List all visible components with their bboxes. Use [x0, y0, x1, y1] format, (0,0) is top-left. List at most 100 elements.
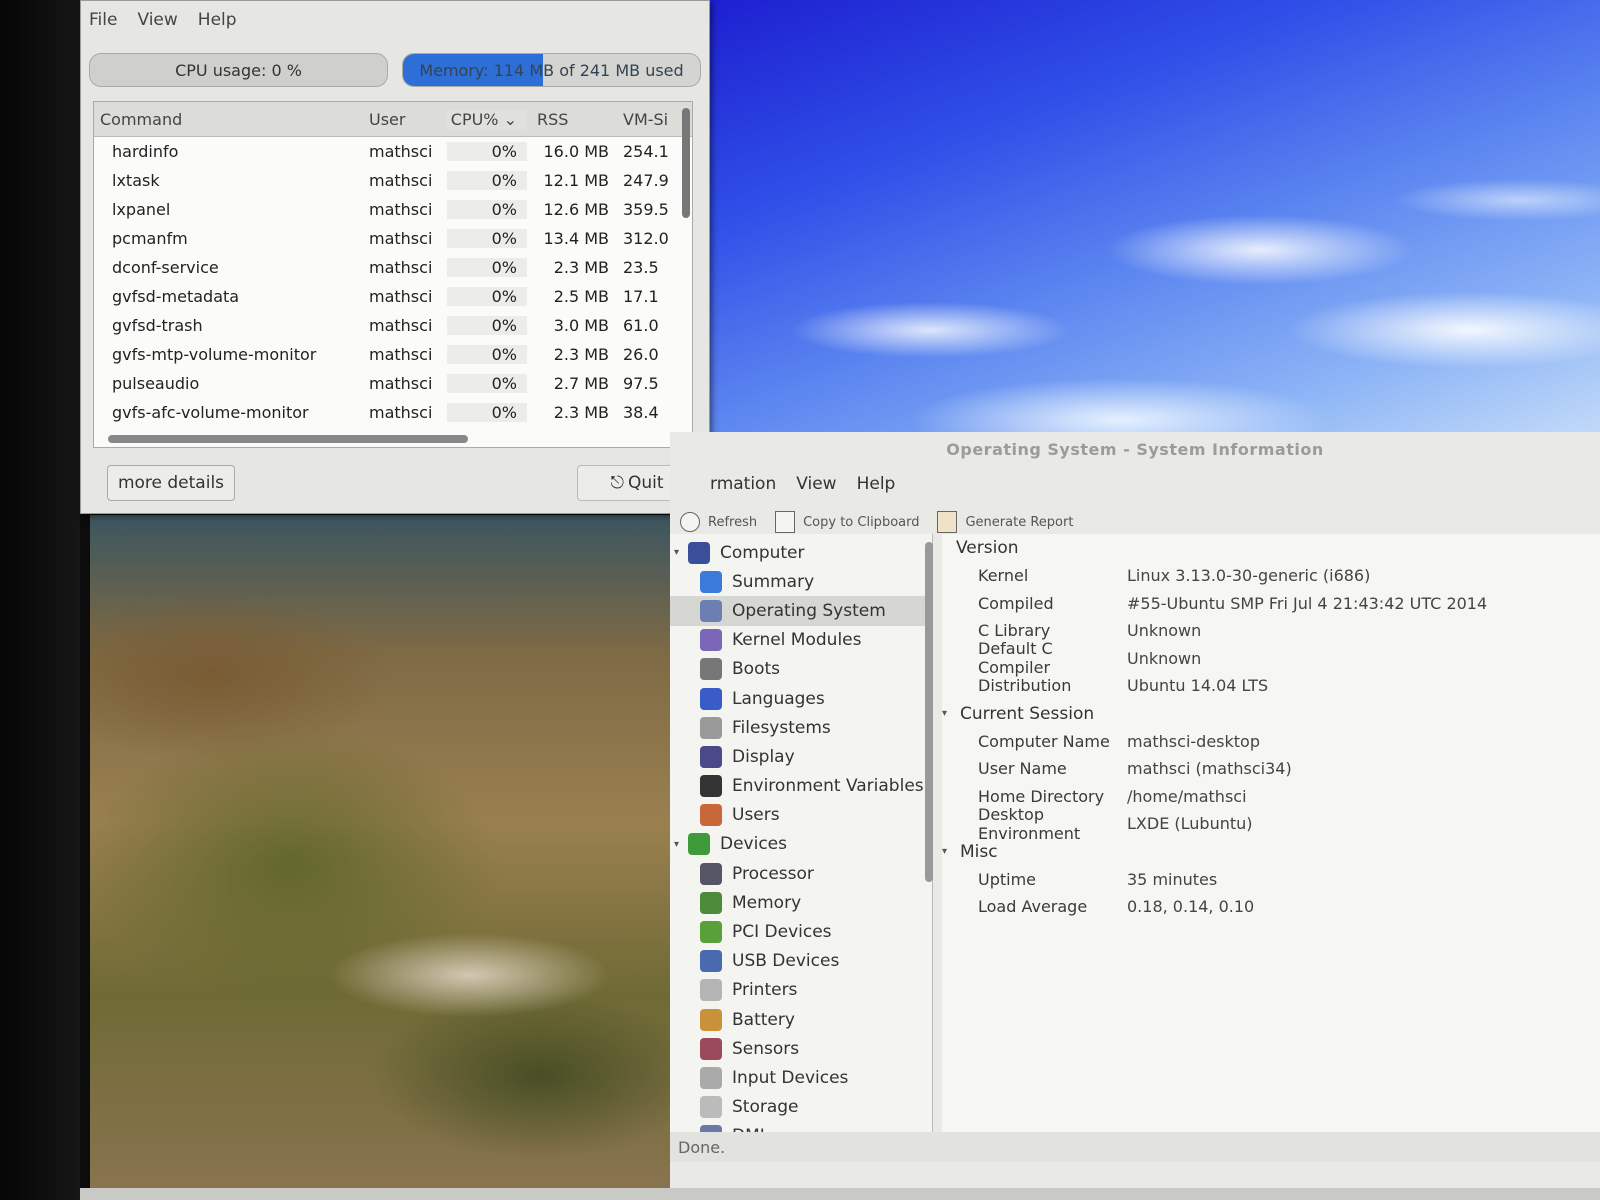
process-user: mathsci [369, 345, 433, 364]
process-cpu: 0% [447, 142, 527, 161]
tree-item-pci-devices[interactable]: PCI Devices [670, 917, 932, 946]
copy-to-clipboard-button[interactable]: Copy to Clipboard [775, 511, 919, 533]
process-command: hardinfo [112, 142, 179, 161]
table-row[interactable]: dconf-service mathsci 0% 2.3 MB 23.5 [94, 253, 692, 282]
menu-help[interactable]: Help [198, 10, 237, 30]
process-vm: 97.5 [623, 374, 659, 393]
detail-row[interactable]: User Name mathsci (mathsci34) [942, 755, 1600, 783]
column-header-vm[interactable]: VM-Si [617, 110, 683, 129]
menu-view[interactable]: View [137, 10, 177, 30]
process-vm: 61.0 [623, 316, 659, 335]
column-header-rss[interactable]: RSS [527, 110, 617, 129]
section-current-session[interactable]: ▾ Current Session [942, 700, 1600, 728]
detail-row[interactable]: Desktop Environment LXDE (Lubuntu) [942, 805, 1600, 843]
column-header-command[interactable]: Command [94, 110, 369, 129]
tree-item-label: USB Devices [732, 951, 840, 972]
process-command: gvfsd-trash [112, 316, 203, 335]
detail-value: mathsci-desktop [1127, 731, 1260, 751]
tree-item-label: Users [732, 805, 780, 826]
tree-item-input-devices[interactable]: Input Devices [670, 1063, 932, 1092]
tree-item-usb-devices[interactable]: USB Devices [670, 947, 932, 976]
detail-row[interactable]: Compiled #55-Ubuntu SMP Fri Jul 4 21:43:4… [942, 590, 1600, 618]
detail-row[interactable]: Kernel Linux 3.13.0-30-generic (i686) [942, 562, 1600, 590]
table-row[interactable]: gvfsd-trash mathsci 0% 3.0 MB 61.0 [94, 311, 692, 340]
task-manager-window: File View Help CPU usage: 0 % Memory: 11… [80, 0, 710, 514]
detail-key: Uptime [978, 869, 1037, 889]
column-header-cpu[interactable]: CPU% ⌄ [447, 109, 527, 129]
process-table-vertical-scrollbar[interactable] [682, 108, 690, 218]
tree-item-storage[interactable]: Storage [670, 1093, 932, 1122]
tree-item-battery[interactable]: Battery [670, 1005, 932, 1034]
table-row[interactable]: pcmanfm mathsci 0% 13.4 MB 312.0 [94, 224, 692, 253]
status-text: Done. [678, 1137, 726, 1157]
menu-help[interactable]: Help [857, 474, 896, 494]
process-command: dconf-service [112, 258, 219, 277]
tree-item-operating-system[interactable]: Operating System [670, 596, 932, 626]
category-tree-scrollbar[interactable] [925, 542, 933, 882]
expand-arrow-icon[interactable]: ▾ [674, 839, 688, 850]
tree-item-sensors[interactable]: Sensors [670, 1034, 932, 1063]
table-row[interactable]: pulseaudio mathsci 0% 2.7 MB 97.5 [94, 369, 692, 398]
process-rss: 2.5 MB [553, 287, 609, 306]
detail-row[interactable]: Default C Compiler Unknown [942, 639, 1600, 677]
window-title: Operating System - System Information [946, 439, 1324, 459]
tree-item-memory[interactable]: Memory [670, 888, 932, 917]
tree-item-display[interactable]: Display [670, 742, 932, 771]
table-row[interactable]: hardinfo mathsci 0% 16.0 MB 254.1 [94, 137, 692, 166]
menu-information[interactable]: rmation [710, 474, 776, 494]
tree-item-summary[interactable]: Summary [670, 567, 932, 596]
detail-key: Desktop Environment [978, 804, 1081, 843]
cpu-usage-label: CPU usage: 0 % [175, 60, 302, 80]
generate-report-button[interactable]: Generate Report [937, 511, 1073, 533]
process-user: mathsci [369, 200, 433, 219]
detail-row[interactable]: Distribution Ubuntu 14.04 LTS [942, 672, 1600, 700]
collapse-arrow-icon[interactable]: ▾ [942, 846, 960, 857]
column-header-user[interactable]: User [369, 110, 447, 129]
tree-item-devices[interactable]: ▾ Devices [670, 830, 932, 859]
collapse-arrow-icon[interactable]: ▾ [942, 708, 960, 719]
process-cpu: 0% [447, 229, 527, 248]
more-details-button[interactable]: more details [107, 465, 235, 501]
process-command: gvfs-mtp-volume-monitor [112, 345, 317, 364]
misc-rows: Uptime 35 minutes Load Average 0.18, 0.14, … [942, 866, 1600, 921]
detail-value: mathsci (mathsci34) [1127, 759, 1292, 779]
tree-item-filesystems[interactable]: Filesystems [670, 713, 932, 742]
table-row[interactable]: lxtask mathsci 0% 12.1 MB 247.9 [94, 166, 692, 195]
detail-row[interactable]: Load Average 0.18, 0.14, 0.10 [942, 893, 1600, 921]
users-icon [700, 804, 722, 827]
tree-item-languages[interactable]: Languages [670, 684, 932, 713]
detail-value: #55-Ubuntu SMP Fri Jul 4 21:43:42 UTC 20… [1127, 593, 1488, 613]
process-table-horizontal-scrollbar[interactable] [108, 435, 468, 443]
process-table: Command User CPU% ⌄ RSS VM-Si hardinfo ma… [93, 101, 693, 448]
detail-key: Default C Compiler [978, 639, 1053, 678]
table-row[interactable]: gvfsd-metadata mathsci 0% 2.5 MB 17.1 [94, 282, 692, 311]
detail-row[interactable]: Computer Name mathsci-desktop [942, 728, 1600, 756]
tree-item-computer[interactable]: ▾ Computer [670, 538, 932, 567]
section-misc-title: Misc [960, 841, 998, 862]
tree-item-label: Operating System [732, 600, 886, 621]
table-row[interactable]: lxpanel mathsci 0% 12.6 MB 359.5 [94, 195, 692, 224]
tree-item-label: Processor [732, 863, 814, 884]
memory-usage-bar: Memory: 114 MB of 241 MB used [402, 53, 701, 87]
menu-file[interactable]: File [89, 10, 117, 30]
refresh-button[interactable]: Refresh [680, 512, 757, 532]
tree-item-printers[interactable]: Printers [670, 976, 932, 1005]
terminal-icon [700, 775, 722, 798]
process-cpu: 0% [447, 374, 527, 393]
table-row[interactable]: gvfs-afc-volume-monitor mathsci 0% 2.3 MB 38… [94, 398, 692, 427]
category-tree: ▾ Computer Summary Operating System Kernel M… [670, 534, 933, 1148]
report-label: Generate Report [965, 514, 1074, 530]
quit-icon: ⎋ [610, 473, 624, 493]
menu-view[interactable]: View [796, 474, 836, 494]
tree-item-users[interactable]: Users [670, 801, 932, 830]
detail-value: Unknown [1127, 621, 1202, 641]
tree-item-kernel-modules[interactable]: Kernel Modules [670, 626, 932, 655]
table-row[interactable]: gvfs-mtp-volume-monitor mathsci 0% 2.3 MB 26… [94, 340, 692, 369]
tree-item-boots[interactable]: Boots [670, 655, 932, 684]
process-list: hardinfo mathsci 0% 16.0 MB 254.1 lxtask maths… [94, 137, 692, 427]
tree-item-label: Printers [732, 980, 798, 1001]
expand-arrow-icon[interactable]: ▾ [674, 547, 688, 558]
tree-item-processor[interactable]: Processor [670, 859, 932, 888]
tree-item-environment-variables[interactable]: Environment Variables [670, 772, 932, 801]
detail-row[interactable]: Uptime 35 minutes [942, 866, 1600, 894]
